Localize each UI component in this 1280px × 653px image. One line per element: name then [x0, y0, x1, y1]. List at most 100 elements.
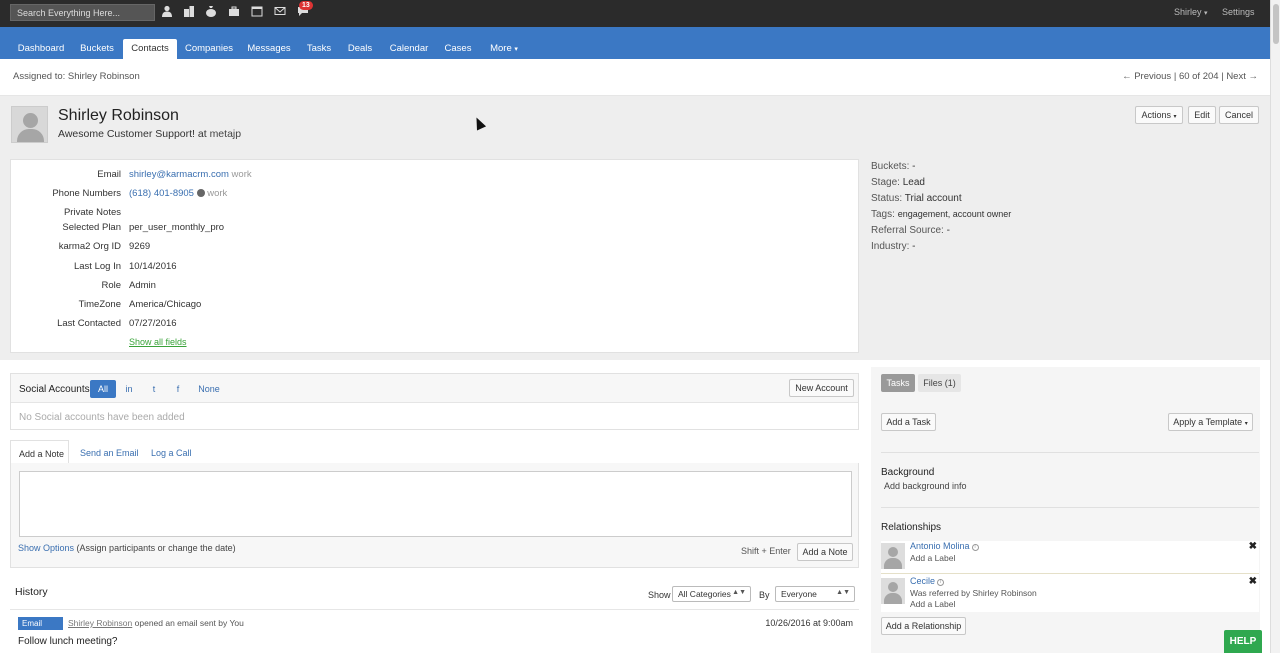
- history-actor-link[interactable]: Shirley Robinson: [68, 618, 132, 628]
- nav-tab-dashboard[interactable]: Dashboard: [12, 39, 70, 59]
- contact-company-link[interactable]: metajp: [210, 128, 242, 140]
- field-label: Phone Numbers: [52, 188, 121, 199]
- global-search-input[interactable]: Search Everything Here...: [10, 4, 155, 21]
- actions-dropdown-button[interactable]: Actions ▾: [1135, 106, 1183, 124]
- envelope-icon[interactable]: [273, 5, 287, 19]
- money-bag-icon[interactable]: [204, 5, 218, 19]
- field-label: Role: [101, 280, 121, 291]
- main-nav: Dashboard Buckets Contacts Companies Mes…: [0, 27, 1270, 59]
- contact-title: Awesome Customer Support!: [58, 128, 195, 140]
- field-row-org-id: karma2 Org ID 9269: [11, 241, 860, 255]
- user-menu[interactable]: Shirley ▾: [1174, 7, 1208, 17]
- history-category-select[interactable]: All Categories ▲▼: [672, 586, 751, 602]
- nav-tab-cases[interactable]: Cases: [442, 39, 474, 59]
- apply-template-button[interactable]: Apply a Template ▾: [1168, 413, 1253, 431]
- history-by-label: By: [759, 590, 770, 600]
- social-filter-none[interactable]: None: [194, 380, 224, 398]
- settings-link[interactable]: Settings: [1222, 7, 1255, 17]
- cancel-button[interactable]: Cancel: [1219, 106, 1259, 124]
- tab-tasks[interactable]: Tasks: [881, 374, 915, 392]
- info-icon[interactable]: i: [971, 544, 979, 551]
- divider: [881, 507, 1259, 508]
- note-composer: Show Options (Assign participants or cha…: [10, 463, 859, 568]
- activity-tabs: Add a Note Send an Email Log a Call: [10, 440, 859, 464]
- nav-tab-buckets[interactable]: Buckets: [76, 39, 118, 59]
- phone-link[interactable]: (618) 401-8905: [129, 188, 194, 199]
- field-label: TimeZone: [78, 299, 121, 310]
- field-label: Last Log In: [73, 261, 121, 272]
- tab-log-call[interactable]: Log a Call: [151, 440, 192, 464]
- tab-files[interactable]: Files (1): [918, 374, 961, 392]
- skype-icon[interactable]: [196, 189, 205, 197]
- calendar-icon[interactable]: [250, 5, 264, 19]
- email-type-badge: Email: [18, 617, 63, 630]
- nav-tab-companies[interactable]: Companies: [182, 39, 236, 59]
- add-task-button[interactable]: Add a Task: [881, 413, 936, 431]
- nav-tab-tasks[interactable]: Tasks: [304, 39, 334, 59]
- field-value: 9269: [129, 241, 151, 252]
- relationship-name-link[interactable]: Cecile i: [910, 576, 945, 586]
- buildings-icon[interactable]: [182, 5, 196, 19]
- record-position: 60 of 204: [1178, 71, 1219, 82]
- facebook-icon[interactable]: f: [171, 380, 185, 398]
- show-all-fields-link[interactable]: Show all fields: [129, 337, 187, 347]
- relationship-description: Was referred by Shirley Robinson: [910, 588, 1037, 598]
- show-options-link[interactable]: Show Options: [18, 543, 74, 553]
- relationship-item: Cecile i Was referred by Shirley Robinson…: [881, 576, 1259, 612]
- history-user-select[interactable]: Everyone ▲▼: [775, 586, 855, 602]
- field-row-selected-plan: Selected Plan per_user_monthly_pro: [11, 222, 860, 236]
- contact-name: Shirley Robinson: [58, 107, 179, 124]
- contact-subtitle: Awesome Customer Support! at metajp: [58, 128, 241, 140]
- nav-tab-messages[interactable]: Messages: [244, 39, 294, 59]
- info-referral-source: Referral Source: -: [871, 225, 950, 236]
- next-link[interactable]: Next →: [1226, 71, 1258, 82]
- close-icon[interactable]: ✖: [1249, 576, 1257, 587]
- relationship-item: Antonio Molina i Add a Label ✖: [881, 541, 1259, 577]
- field-value: America/Chicago: [129, 299, 202, 310]
- field-value: Admin: [129, 280, 156, 291]
- add-note-button[interactable]: Add a Note: [797, 543, 853, 561]
- nav-tab-deals[interactable]: Deals: [345, 39, 375, 59]
- help-button[interactable]: HELP: [1224, 630, 1262, 653]
- nav-tab-calendar[interactable]: Calendar: [386, 39, 432, 59]
- twitter-icon[interactable]: t: [146, 380, 162, 398]
- info-buckets: Buckets: -: [871, 161, 916, 172]
- info-stage: Stage: Lead: [871, 177, 925, 188]
- email-link[interactable]: shirley@karmacrm.com: [129, 169, 229, 180]
- field-value: per_user_monthly_pro: [129, 222, 225, 233]
- assignment-bar: Assigned to: Shirley Robinson ← Previous…: [0, 59, 1270, 96]
- tab-send-email[interactable]: Send an Email: [80, 440, 139, 464]
- record-pager: ← Previous | 60 of 204 | Next →: [1122, 71, 1258, 82]
- previous-link[interactable]: ← Previous: [1122, 71, 1171, 82]
- avatar: [881, 543, 905, 569]
- add-background-link[interactable]: Add background info: [884, 481, 967, 491]
- edit-button[interactable]: Edit: [1188, 106, 1216, 124]
- new-account-button[interactable]: New Account: [789, 379, 854, 397]
- social-accounts-title: Social Accounts: [19, 384, 90, 395]
- scrollbar-thumb[interactable]: [1273, 4, 1279, 44]
- social-empty-message: No Social accounts have been added: [19, 412, 185, 423]
- add-label-link[interactable]: Add a Label: [910, 599, 955, 609]
- linkedin-icon[interactable]: in: [119, 380, 139, 398]
- close-icon[interactable]: ✖: [1249, 541, 1257, 552]
- person-icon[interactable]: [160, 5, 174, 19]
- assigned-to-text: Assigned to: Shirley Robinson: [13, 71, 140, 82]
- relationship-name-link[interactable]: Antonio Molina i: [910, 541, 979, 551]
- field-row-phone: Phone Numbers (618) 401-8905 work: [11, 188, 860, 202]
- field-note: work: [231, 169, 252, 180]
- note-textarea[interactable]: [19, 471, 852, 537]
- nav-tab-more[interactable]: More ▾: [485, 39, 523, 59]
- info-icon[interactable]: i: [937, 579, 945, 586]
- page-scrollbar[interactable]: [1270, 0, 1280, 653]
- social-filter-all[interactable]: All: [90, 380, 116, 398]
- history-show-label: Show: [648, 590, 671, 600]
- add-relationship-button[interactable]: Add a Relationship: [881, 617, 966, 635]
- briefcase-icon[interactable]: [227, 5, 241, 19]
- history-item-date: 10/26/2016 at 9:00am: [765, 618, 853, 628]
- nav-tab-contacts[interactable]: Contacts: [123, 39, 177, 59]
- field-row-role: Role Admin: [11, 280, 860, 294]
- field-row-timezone: TimeZone America/Chicago: [11, 299, 860, 313]
- tab-add-note[interactable]: Add a Note: [10, 440, 69, 464]
- add-label-link[interactable]: Add a Label: [910, 553, 955, 563]
- history-item-subject[interactable]: Follow lunch meeting?: [18, 636, 118, 647]
